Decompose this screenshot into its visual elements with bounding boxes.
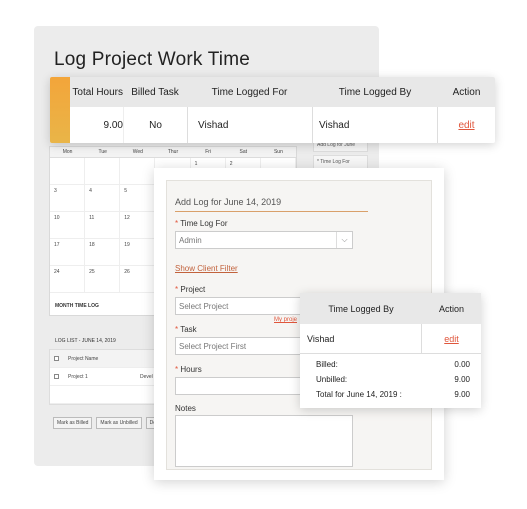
hours-label: * Hours	[175, 365, 202, 374]
weekday-label: Wed	[132, 149, 143, 155]
task-label: * Task	[175, 325, 197, 334]
log-list-actions: Mark as Billed Mark as Unbilled Del	[53, 417, 162, 429]
logged-for-cell: Vishad	[187, 107, 312, 143]
calendar-day-cell[interactable]	[120, 158, 156, 184]
calendar-day-cell[interactable]: 5	[120, 185, 156, 211]
logged-by-cell: Vishad	[312, 107, 438, 143]
calendar-weekday-header: Mon Tue Wed Thur Fri Sat Sun	[50, 147, 296, 158]
page-title: Log Project Work Time	[54, 49, 251, 70]
table-row	[50, 386, 168, 404]
column-header-action: Action	[438, 303, 464, 314]
calendar-day-cell[interactable]	[85, 158, 121, 184]
required-mark: *	[175, 365, 179, 374]
column-header-total-hours: Total Hours	[72, 86, 123, 98]
edit-link[interactable]: edit	[458, 120, 474, 131]
month-time-log-title: MONTH TIME LOG	[55, 303, 99, 309]
time-log-for-label: * Time Log For	[175, 219, 228, 228]
action-cell: edit	[422, 324, 481, 353]
log-list-table: Project Name Project 1 Devel	[49, 349, 169, 405]
chevron-down-icon: ⌵	[336, 232, 352, 248]
calendar-day-cell[interactable]: 26	[120, 266, 156, 292]
my-projects-link[interactable]: My proje	[274, 317, 297, 323]
show-client-filter-link[interactable]: Show Client Filter	[175, 264, 238, 273]
log-table-header: Total Hours Billed Task Time Logged For …	[70, 77, 495, 107]
mark-unbilled-button[interactable]: Mark as Unbilled	[96, 417, 142, 429]
action-cell: edit	[438, 107, 495, 143]
time-log-for-select[interactable]: Admin ⌵	[175, 231, 353, 249]
calendar-day-cell[interactable]: 11	[85, 212, 121, 238]
row-checkbox[interactable]	[54, 374, 59, 379]
column-header-logged-for: Time Logged For	[211, 86, 288, 98]
title-divider	[175, 211, 368, 212]
total-hours-cell: 9.00	[103, 119, 123, 131]
column-header-logged-by: Time Logged By	[338, 86, 412, 98]
project-name-cell: Project 1	[68, 373, 88, 380]
total-label: Billed:	[316, 360, 338, 369]
calendar-day-cell[interactable]: 12	[120, 212, 156, 238]
selected-value: Admin	[179, 236, 202, 245]
select-all-checkbox[interactable]	[54, 356, 59, 361]
notes-textarea[interactable]	[175, 415, 353, 467]
log-list-header: Project Name	[50, 350, 168, 368]
total-label: Total for June 14, 2019 :	[316, 390, 402, 399]
weekday-label: Sat	[239, 149, 248, 155]
project-placeholder: Select Project	[179, 302, 229, 311]
notes-label: Notes	[175, 404, 196, 413]
column-header-action: Action	[452, 86, 481, 98]
required-mark: *	[175, 285, 179, 294]
time-summary-card: Time Logged By Action Vishad edit Billed…	[300, 293, 481, 408]
billed-task-cell: No	[123, 107, 187, 143]
accent-bar	[50, 77, 70, 143]
edit-link[interactable]: edit	[444, 334, 459, 344]
column-header-logged-by: Time Logged By	[328, 303, 394, 314]
table-row: Vishad edit	[300, 324, 481, 354]
unbilled-total-line: Unbilled: 9.00	[300, 372, 481, 387]
weekday-label: Tue	[98, 149, 107, 155]
calendar-day-cell[interactable]: 3	[50, 185, 86, 211]
log-list-title: LOG LIST - JUNE 14, 2019	[55, 338, 116, 344]
side-menu: Add Log for June * Time Log For	[313, 138, 368, 172]
mark-billed-button[interactable]: Mark as Billed	[53, 417, 93, 429]
table-row: Project 1 Devel	[50, 368, 168, 386]
calendar-day-cell[interactable]: 19	[120, 239, 156, 265]
column-header-billed-task: Billed Task	[131, 86, 179, 98]
calendar-day-cell[interactable]: 25	[85, 266, 121, 292]
calendar-day-cell[interactable]: 18	[85, 239, 121, 265]
totals-block: Billed: 0.00 Unbilled: 9.00 Total for Ju…	[300, 354, 481, 402]
total-value: 0.00	[454, 360, 470, 369]
calendar-day-cell[interactable]: 4	[85, 185, 121, 211]
add-log-title: Add Log for June 14, 2019	[175, 197, 282, 207]
total-label: Unbilled:	[316, 375, 348, 384]
required-mark: *	[175, 219, 179, 228]
grand-total-line: Total for June 14, 2019 : 9.00	[300, 387, 481, 402]
logged-by-cell: Vishad	[300, 324, 422, 353]
time-log-for-link[interactable]: * Time Log For	[313, 155, 368, 169]
total-value: 9.00	[454, 375, 470, 384]
weekday-label: Thur	[167, 149, 179, 155]
calendar-day-cell[interactable]: 24	[50, 266, 86, 292]
calendar-day-cell[interactable]: 10	[50, 212, 86, 238]
summary-header: Time Logged By Action	[300, 293, 481, 324]
project-label: * Project	[175, 285, 206, 294]
weekday-label: Fri	[205, 149, 212, 155]
calendar-day-cell[interactable]: 17	[50, 239, 86, 265]
task-cell: Devel	[140, 373, 153, 380]
table-row: 9.00 No Vishad Vishad edit	[70, 107, 495, 143]
weekday-label: Sun	[273, 149, 283, 155]
required-mark: *	[175, 325, 179, 334]
column-header: Project Name	[68, 355, 99, 362]
total-value: 9.00	[454, 390, 470, 399]
task-placeholder: Select Project First	[179, 342, 247, 351]
weekday-label: Mon	[62, 149, 73, 155]
calendar-day-cell[interactable]	[50, 158, 86, 184]
log-summary-card: Total Hours Billed Task Time Logged For …	[50, 77, 495, 143]
billed-total-line: Billed: 0.00	[300, 357, 481, 372]
